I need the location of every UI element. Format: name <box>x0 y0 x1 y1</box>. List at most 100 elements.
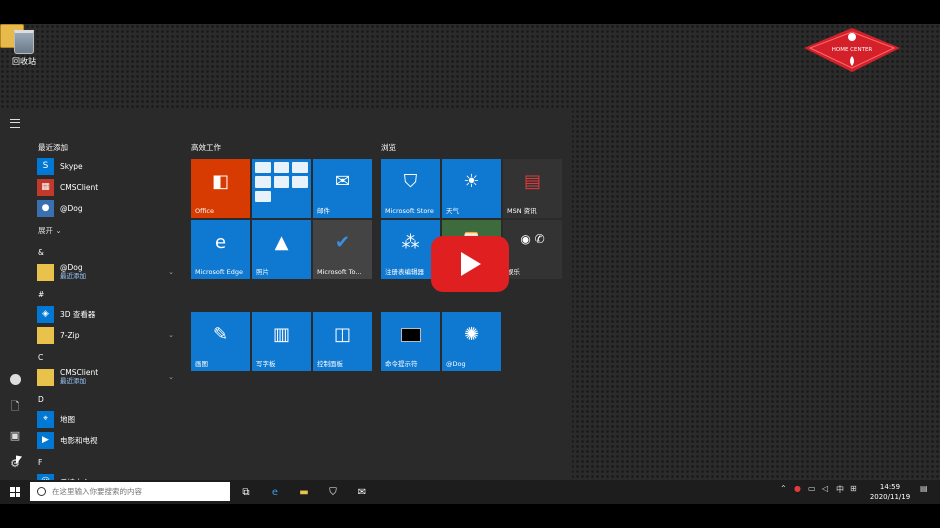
chevron-down-icon: ⌄ <box>168 373 174 381</box>
photo-icon: ▲ <box>274 232 289 253</box>
taskbar-store[interactable]: ⛉ <box>325 484 341 500</box>
mail-icon: ✉ <box>357 486 367 498</box>
tile-label: Microsoft To... <box>317 268 362 276</box>
tile-command-prompt[interactable]: 命令提示符 <box>381 312 440 371</box>
volume-icon[interactable]: ◁ <box>822 484 828 493</box>
app-item-skype[interactable]: S Skype <box>37 156 182 176</box>
edge-icon: e <box>271 486 279 498</box>
chevron-down-icon: ⌄ <box>168 268 174 276</box>
pictures-button[interactable]: ▣ <box>6 426 24 444</box>
start-menu: 🗋 ▣ ⚙ ⏻ 最近添加 S Skype ▦ CMSClient ● @Dog … <box>0 108 572 504</box>
app-folder-icon: ◉ ✆ <box>520 232 545 246</box>
desktop: 回收站 HOME CENTER 🗋 ▣ ⚙ ⏻ 最近添加 S Skype ▦ C… <box>0 24 940 504</box>
app-item-movies-tv[interactable]: ▶ 电影和电视 <box>37 430 182 450</box>
letter-header-f[interactable]: F <box>38 458 42 467</box>
expand-link[interactable]: 展开 ⌄ <box>38 225 62 236</box>
app-item-cmsclient-folder[interactable]: CMSClient 最近添加 ⌄ <box>37 367 182 387</box>
documents-button[interactable]: 🗋 <box>6 398 24 416</box>
start-button[interactable] <box>4 484 26 500</box>
recently-added-note: 最近添加 <box>60 272 86 280</box>
video-play-button[interactable] <box>431 236 509 292</box>
recycle-bin[interactable]: 回收站 <box>2 30 46 67</box>
app-label: 地图 <box>60 414 75 424</box>
search-input[interactable] <box>52 487 222 496</box>
clock-date: 2020/11/19 <box>869 493 911 501</box>
app-label: Skype <box>60 161 83 171</box>
tile-msn[interactable]: ▤ MSN 资讯 <box>503 159 562 218</box>
app-label: CMSClient 最近添加 <box>60 368 99 385</box>
folder-icon <box>37 326 54 344</box>
tile-control-panel[interactable]: ◫ 控制面板 <box>313 312 372 371</box>
user-account-button[interactable] <box>6 370 24 388</box>
group-title-browse[interactable]: 浏览 <box>381 142 396 153</box>
network-icon[interactable]: ▭ <box>808 484 816 493</box>
app-item-dog-folder[interactable]: @Dog 最近添加 ⌄ <box>37 262 182 282</box>
recent-header: 最近添加 <box>38 143 68 152</box>
tile-weather[interactable]: ☀ 天气 <box>442 159 501 218</box>
tray-app-icon[interactable]: ● <box>794 484 801 493</box>
tile-label: Microsoft Store <box>385 207 434 215</box>
film-icon: ▶ <box>37 431 54 449</box>
tile-label: Office <box>195 207 214 215</box>
tile-mail[interactable]: ✉ 邮件 <box>313 159 372 218</box>
tile-paint[interactable]: ✎ 画图 <box>191 312 250 371</box>
tile-wordpad[interactable]: ▥ 写字板 <box>252 312 311 371</box>
search-icon <box>37 487 46 496</box>
folder-icon: ▬ <box>299 486 309 498</box>
app-item-3d-viewer[interactable]: ◈ 3D 查看器 <box>37 304 182 324</box>
picture-icon: ▣ <box>9 428 21 442</box>
mail-icon: ✉ <box>334 171 351 192</box>
tile-photos[interactable]: ▲ 照片 <box>252 220 311 279</box>
tile-area: 高效工作 浏览 ◧ Office ✉ 邮件 e Microsoft Edge ▲… <box>181 108 572 504</box>
chevron-down-icon: ⌄ <box>55 226 62 235</box>
tile-entertainment-folder[interactable]: ◉ ✆ 娱乐 <box>503 220 562 279</box>
taskbar-search[interactable] <box>30 482 230 501</box>
tile-edge[interactable]: e Microsoft Edge <box>191 220 250 279</box>
logo-text: HOME CENTER <box>832 47 873 53</box>
app-item-7zip[interactable]: 7-Zip ⌄ <box>37 325 182 345</box>
tile-office-apps-folder[interactable] <box>252 159 311 218</box>
group-title-productivity[interactable]: 高效工作 <box>191 142 221 153</box>
task-view-button[interactable]: ⧉ <box>238 484 254 500</box>
chevron-down-icon: ⌄ <box>168 331 174 339</box>
app-label: 7-Zip <box>60 330 80 340</box>
letter-header-hash[interactable]: # <box>38 290 44 299</box>
taskbar-edge[interactable]: e <box>267 484 283 500</box>
play-icon <box>461 252 481 276</box>
tile-label: 写字板 <box>256 360 276 368</box>
edge-icon: e <box>214 232 227 253</box>
input-mode-icon[interactable]: ⊞ <box>850 484 857 493</box>
letter-header-ampersand[interactable]: & <box>38 248 44 257</box>
tile-store[interactable]: ⛉ Microsoft Store <box>381 159 440 218</box>
app-item-dog[interactable]: ● @Dog <box>37 198 182 218</box>
taskbar: ⧉ e ▬ ⛉ ✉ ⌃ ● ▭ ◁ 中 ⊞ 14:59 2020/11/19 ▤ <box>0 480 940 504</box>
recycle-bin-label: 回收站 <box>12 57 36 66</box>
dog-icon: ✺ <box>463 324 480 345</box>
tile-office[interactable]: ◧ Office <box>191 159 250 218</box>
recently-added-note: 最近添加 <box>60 377 86 385</box>
map-pin-icon: ⌖ <box>37 410 54 428</box>
app-folder-icon <box>255 162 308 202</box>
tray-overflow-button[interactable]: ⌃ <box>780 484 787 493</box>
video-letterbox-bottom <box>0 504 940 528</box>
taskbar-file-explorer[interactable]: ▬ <box>296 484 312 500</box>
app-item-cmsclient[interactable]: ▦ CMSClient <box>37 177 182 197</box>
expand-menu-button[interactable] <box>6 114 24 132</box>
cube-icon: ◈ <box>37 305 54 323</box>
letter-header-c[interactable]: C <box>38 353 43 362</box>
notification-icon[interactable]: ▤ <box>920 484 928 493</box>
app-label: 3D 查看器 <box>60 309 96 319</box>
tile-dog[interactable]: ✺ @Dog <box>442 312 501 371</box>
news-icon: ▤ <box>523 171 541 192</box>
letter-header-d[interactable]: D <box>38 395 44 404</box>
cmsclient-icon: ▦ <box>37 178 54 196</box>
app-label: CMSClient <box>60 182 99 192</box>
app-item-maps[interactable]: ⌖ 地图 <box>37 409 182 429</box>
taskbar-mail[interactable]: ✉ <box>354 484 370 500</box>
clock[interactable]: 14:59 2020/11/19 <box>862 482 918 502</box>
tile-todo[interactable]: ✔ Microsoft To... <box>313 220 372 279</box>
recycle-bin-icon <box>14 30 34 54</box>
app-list: 最近添加 S Skype ▦ CMSClient ● @Dog 展开 ⌄ & @… <box>31 108 181 504</box>
checkmark-icon: ✔ <box>334 232 351 253</box>
ime-indicator[interactable]: 中 <box>836 484 844 495</box>
